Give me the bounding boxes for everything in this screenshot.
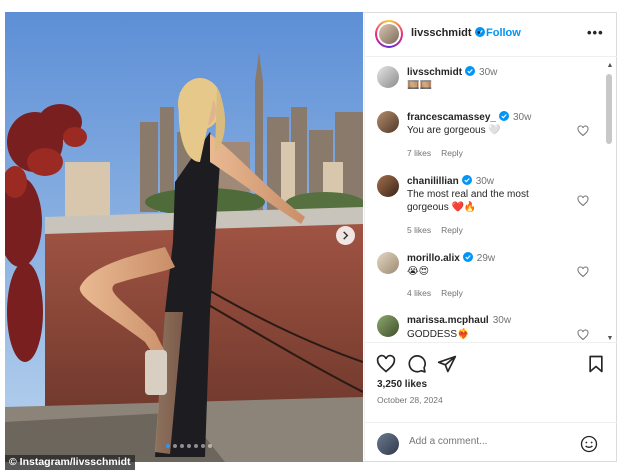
follow-button[interactable]: Follow xyxy=(486,27,521,39)
comment-text: The most real and the most gorgeous ❤️🔥 xyxy=(407,189,529,213)
carousel-dot xyxy=(208,444,212,448)
comment-username[interactable]: marissa.mcphaul 30w xyxy=(407,315,511,326)
verified-icon xyxy=(498,111,509,121)
caption-username[interactable]: livsschmidt 30w xyxy=(407,66,497,78)
carousel-dot xyxy=(180,444,184,448)
comment-time: 30w xyxy=(492,315,512,326)
comments-list[interactable]: livsschmidt 30w 🎞️🎞️ francescamassey_ 30w … xyxy=(365,57,617,342)
like-comment-icon[interactable] xyxy=(577,125,589,137)
like-comment-icon[interactable] xyxy=(577,329,589,341)
post-actions: 3,250 likes October 28, 2024 xyxy=(365,342,617,423)
like-comment-icon[interactable] xyxy=(577,266,589,278)
caption-text: 🎞️🎞️ xyxy=(407,80,432,91)
comment-text: GODDESS❤️‍🔥 xyxy=(407,329,470,340)
likes-count[interactable]: 3,250 likes xyxy=(377,379,427,390)
carousel-dot xyxy=(166,444,170,448)
comment-meta: 7 likes Reply xyxy=(407,148,473,158)
chevron-right-icon xyxy=(343,231,349,240)
scrollbar-thumb[interactable] xyxy=(606,74,612,144)
scroll-up-arrow-icon[interactable]: ▲ xyxy=(606,62,614,70)
carousel-dot xyxy=(173,444,177,448)
add-comment-bar xyxy=(365,422,617,463)
avatar[interactable] xyxy=(377,252,399,274)
post-image[interactable] xyxy=(5,12,363,462)
comment-icon[interactable] xyxy=(407,354,427,374)
more-options-icon[interactable]: ••• xyxy=(587,25,603,40)
like-comment-icon[interactable] xyxy=(577,195,589,207)
avatar[interactable] xyxy=(377,315,399,337)
image-credit: © Instagram/livsschmidt xyxy=(5,455,135,470)
verified-icon xyxy=(461,175,472,185)
author-avatar[interactable] xyxy=(375,20,403,48)
comment-text: You are gorgeous 🤍 xyxy=(407,125,501,136)
avatar[interactable] xyxy=(377,175,399,197)
verified-icon xyxy=(462,252,473,262)
comment-time: 30w xyxy=(512,112,532,123)
comment-meta: 4 likes Reply xyxy=(407,288,473,298)
comment-username[interactable]: francescamassey_ 30w xyxy=(407,111,531,123)
share-icon[interactable] xyxy=(437,354,457,374)
avatar[interactable] xyxy=(377,111,399,133)
comment-likes[interactable]: 4 likes xyxy=(407,288,431,298)
comment-likes[interactable]: 7 likes xyxy=(407,148,431,158)
comment-username[interactable]: morillo.alix 29w xyxy=(407,252,495,264)
reply-button[interactable]: Reply xyxy=(441,148,463,158)
header-separator: • xyxy=(477,27,481,39)
emoji-icon[interactable] xyxy=(580,435,598,453)
carousel-dot xyxy=(201,444,205,448)
add-comment-input[interactable] xyxy=(409,436,559,447)
save-icon[interactable] xyxy=(586,354,606,374)
comments-scrollbar[interactable]: ▲ ▼ xyxy=(605,62,615,347)
comment-text: 😭😍 xyxy=(407,266,430,277)
post-date: October 28, 2024 xyxy=(377,395,443,405)
verified-icon xyxy=(465,66,476,76)
like-icon[interactable] xyxy=(376,354,396,374)
carousel-indicator xyxy=(166,444,212,448)
caption-time: 30w xyxy=(479,67,498,78)
comment-username[interactable]: chanilillian 30w xyxy=(407,175,494,187)
reply-button[interactable]: Reply xyxy=(441,288,463,298)
comment-time: 29w xyxy=(476,253,496,264)
comment-likes[interactable]: 5 likes xyxy=(407,225,431,235)
reply-button[interactable]: Reply xyxy=(441,225,463,235)
avatar[interactable] xyxy=(377,66,399,88)
author-username[interactable]: livsschmidt xyxy=(411,27,485,39)
post-header: livsschmidt • Follow ••• xyxy=(365,12,617,57)
post-sidebar: livsschmidt • Follow ••• livsschmidt 30w … xyxy=(364,12,617,462)
carousel-dot xyxy=(194,444,198,448)
comment-meta: 5 likes Reply xyxy=(407,225,473,235)
comment-time: 30w xyxy=(475,176,495,187)
current-user-avatar xyxy=(377,433,399,455)
next-photo-button[interactable] xyxy=(336,226,355,245)
carousel-dot xyxy=(187,444,191,448)
